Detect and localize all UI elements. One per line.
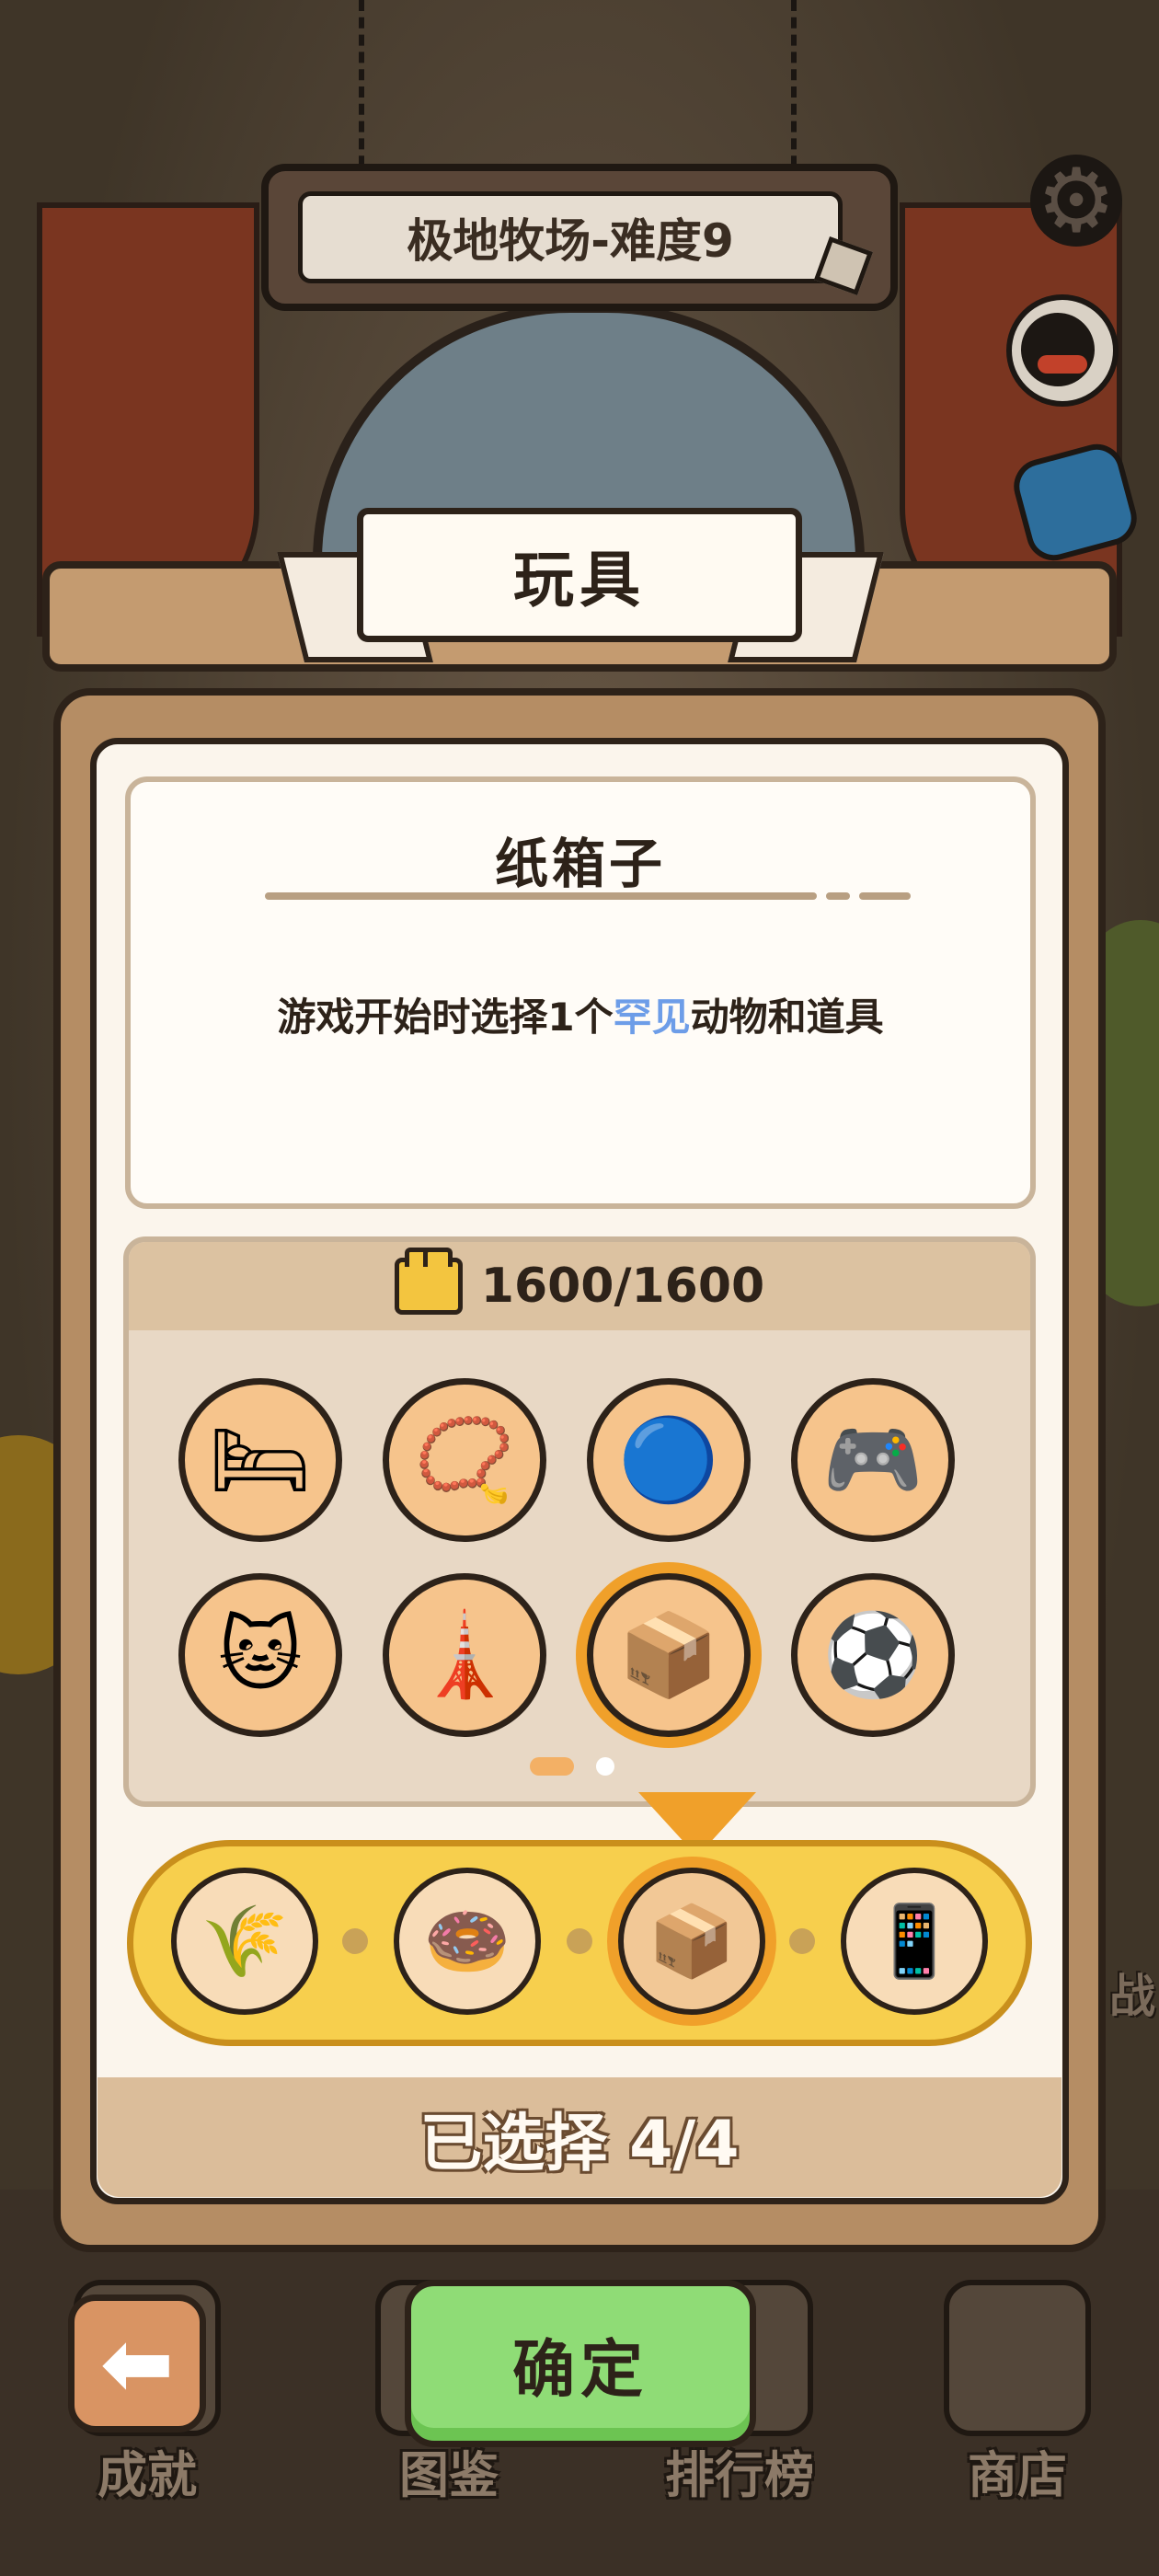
selected-slot-donut[interactable]: 🍩 (394, 1868, 541, 2015)
divider (859, 892, 911, 900)
back-button[interactable]: ⬅ (68, 2294, 206, 2432)
sign-chain-left (359, 0, 384, 184)
stage-title: 极地牧场-难度9 (298, 191, 843, 283)
desc-part: 动物和道具 (690, 995, 884, 1040)
phone-icon: 📱 (870, 1900, 958, 1982)
desc-part: 游戏开始时选择1个 (277, 995, 614, 1040)
collar-icon: 📿 (414, 1412, 515, 1507)
selected-slot-grass[interactable]: 🌾 (171, 1868, 318, 2015)
settings-gear-icon[interactable]: ⚙ (1030, 155, 1122, 247)
toy-collar[interactable]: 📿 (383, 1378, 546, 1542)
game-console-icon: 🎮 (822, 1412, 924, 1507)
toy-ball[interactable]: ⚽ (791, 1573, 955, 1737)
selected-slot-cardboard-box[interactable]: 📦 (618, 1868, 765, 2015)
grass-icon: 🌾 (201, 1900, 289, 1982)
cat-tree-icon: 🗼 (414, 1607, 515, 1702)
nav-label: 成就 (98, 2446, 197, 2504)
cat-bed-icon: 🛏 (209, 1412, 312, 1507)
page-indicator-active[interactable] (530, 1757, 574, 1776)
budget-header: 1600/1600 (129, 1242, 1030, 1330)
toy-cardboard-box[interactable]: 📦 (587, 1573, 751, 1737)
selected-status: 已选择 4/4 (98, 2077, 1061, 2197)
sign-chain-right (791, 0, 817, 184)
back-arrow-icon: ⬅ (99, 2312, 175, 2415)
toy-cat-bed[interactable]: 🛏 (178, 1378, 342, 1542)
cat-doll-icon: 🐱 (218, 1607, 303, 1702)
stage-sign: 极地牧场-难度9 (261, 164, 898, 311)
ball-icon: ⚽ (822, 1607, 924, 1702)
shop-icon (944, 2280, 1091, 2436)
side-partial-label: 战 (1109, 1970, 1155, 2023)
confirm-button[interactable]: 确定 (405, 2280, 756, 2447)
item-description-card: 纸箱子 游戏开始时选择1个罕见动物和道具 (125, 776, 1036, 1209)
nav-shop[interactable]: 商店 (925, 2280, 1109, 2519)
budget-count: 1600/1600 (480, 1259, 765, 1314)
modal-title: 玩具 (357, 508, 802, 642)
toy-icon: 🔵 (618, 1412, 719, 1507)
slot-separator (567, 1928, 592, 1954)
cardboard-box-icon: 📦 (648, 1900, 736, 1982)
donut-icon: 🍩 (423, 1900, 511, 1982)
toy-cat-doll[interactable]: 🐱 (178, 1573, 342, 1737)
selected-slot-phone[interactable]: 📱 (841, 1868, 988, 2015)
toy-cat-tree[interactable]: 🗼 (383, 1573, 546, 1737)
rarity-highlight: 罕见 (613, 995, 691, 1040)
item-name: 纸箱子 (494, 833, 666, 895)
cardboard-box-icon: 📦 (618, 1607, 719, 1702)
item-description: 游戏开始时选择1个罕见动物和道具 (250, 984, 911, 1051)
slot-separator (342, 1928, 368, 1954)
page-indicator[interactable] (596, 1757, 614, 1776)
toy-game-console[interactable]: 🎮 (791, 1378, 955, 1542)
penguin-avatar-icon[interactable] (1006, 294, 1119, 407)
divider (265, 892, 817, 900)
toy-spinner[interactable]: 🔵 (587, 1378, 751, 1542)
slot-separator (789, 1928, 815, 1954)
nav-label: 商店 (968, 2446, 1067, 2504)
divider (826, 892, 850, 900)
brick-coin-icon (394, 1248, 463, 1315)
